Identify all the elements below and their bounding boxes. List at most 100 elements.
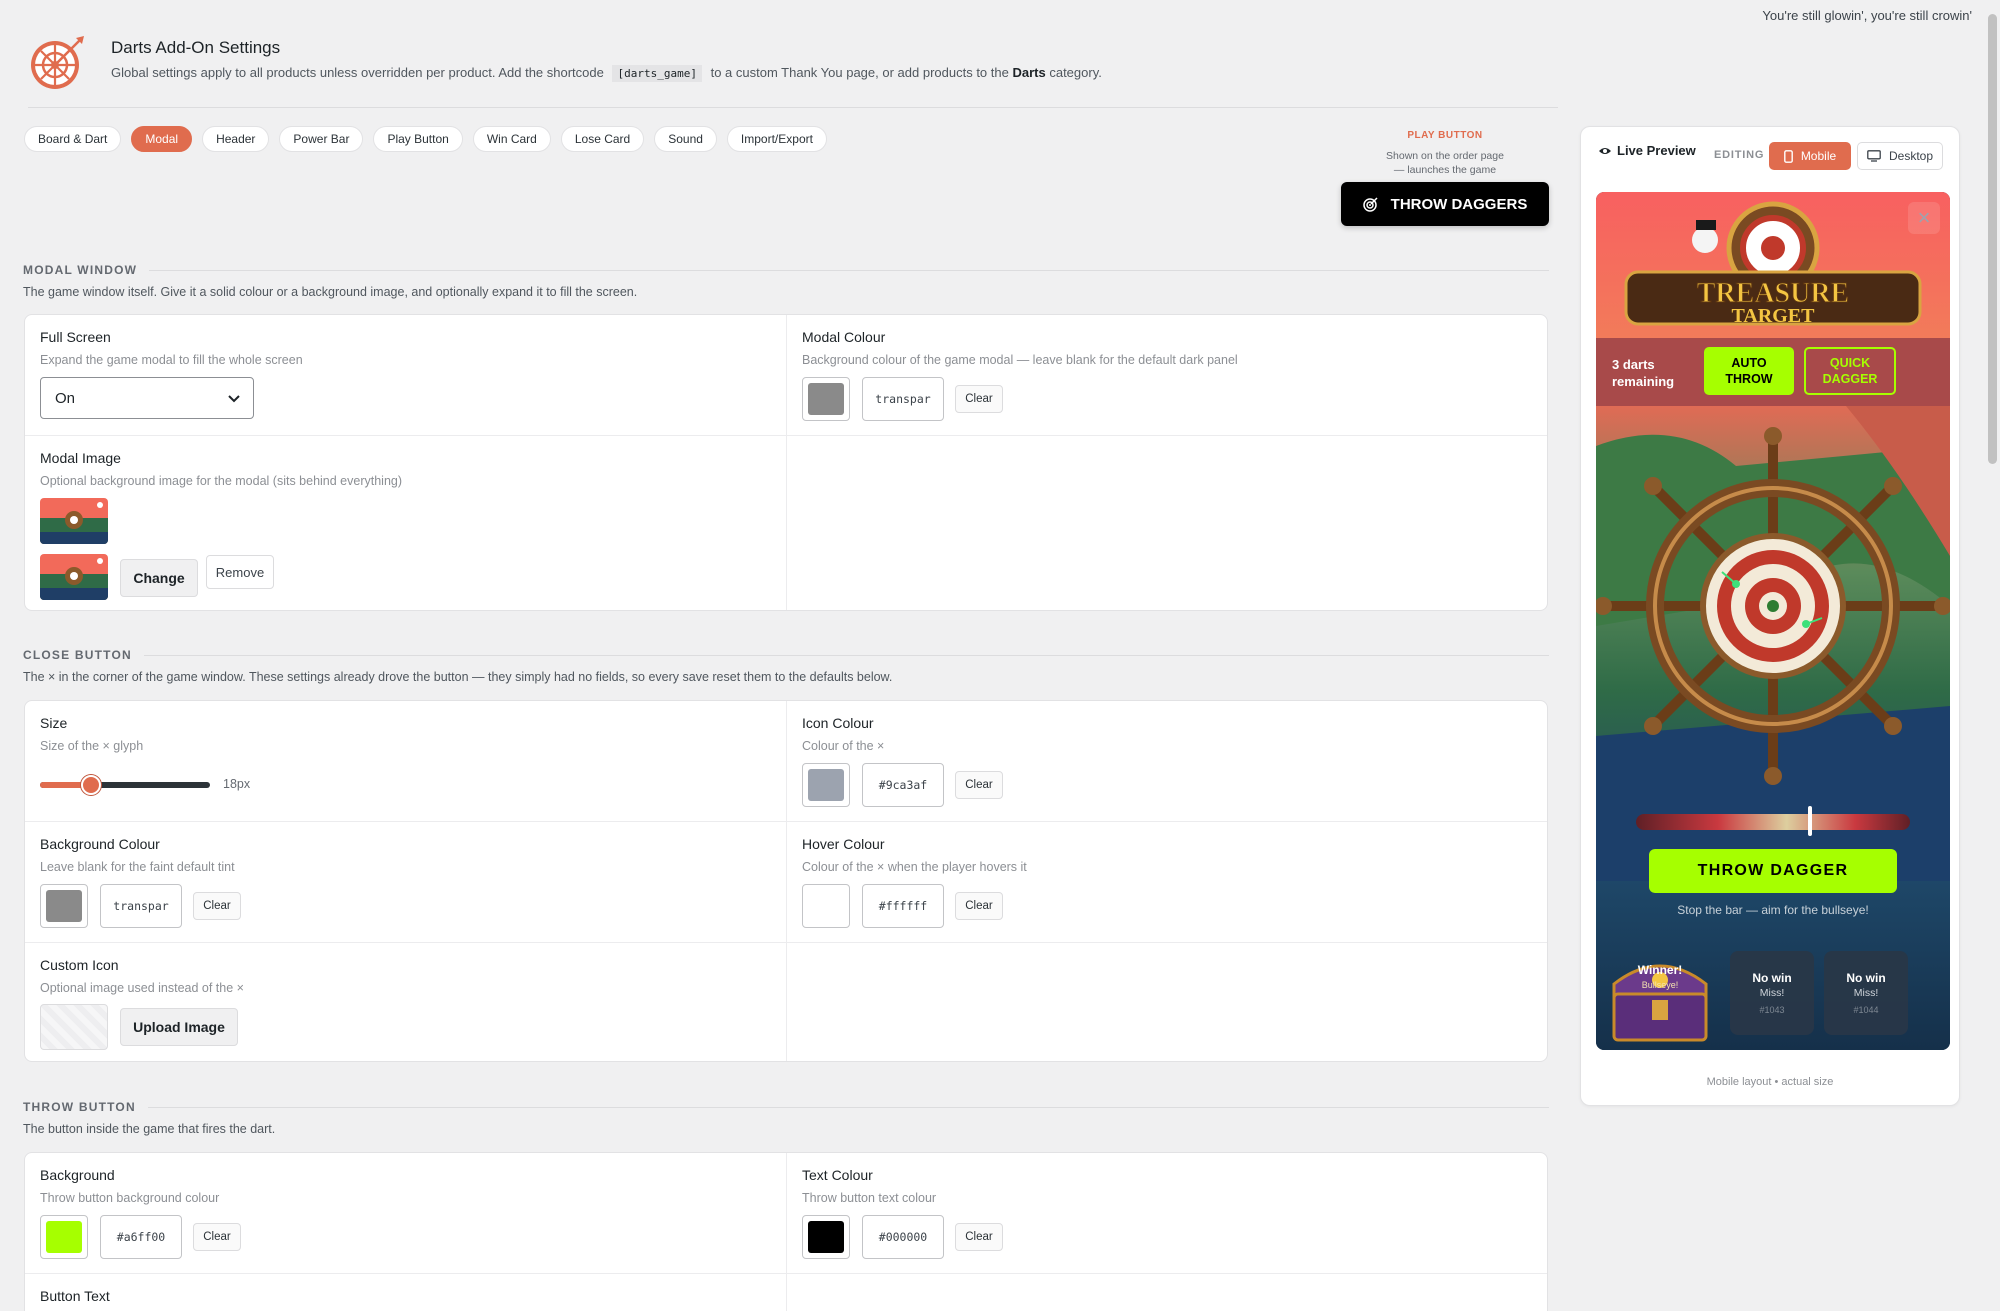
field-label: Button Text [40,1288,110,1304]
icon-colour-input[interactable]: #9ca3af [862,763,944,807]
tab-board-dart[interactable]: Board & Dart [24,126,122,152]
upload-image-button[interactable]: Upload Image [120,1008,238,1046]
throw-background-swatch[interactable] [40,1215,88,1259]
background-colour-clear-button[interactable]: Clear [193,892,241,920]
throw-background-input[interactable]: #a6ff00 [100,1215,182,1259]
column-divider [786,701,787,1061]
power-bar-marker [1808,806,1812,836]
logo-line2: TARGET [1732,305,1816,327]
field-help: Optional image used instead of the × [40,981,244,995]
eye-icon [1599,147,1611,154]
swatch-fill [808,769,844,801]
full-screen-select[interactable]: On [40,377,254,419]
field-icon-colour: Icon Colour Colour of the × [802,715,884,753]
dartboard-icon [1362,197,1378,212]
field-help: Throw button text colour [802,1191,937,1205]
field-help: Background colour of the game modal — le… [802,353,1238,367]
icon-colour-clear-button[interactable]: Clear [955,771,1003,799]
field-hover-colour: Hover Colour Colour of the × when the pl… [802,836,1027,874]
hover-colour-input[interactable]: #ffffff [862,884,944,928]
lose-card-title: No win [1846,971,1886,985]
row-divider [25,942,1547,943]
page-title: Darts Add-On Settings [111,38,281,57]
field-label: Size [40,715,68,731]
top-note: You're still glowin', you're still crowi… [1762,8,1972,23]
live-preview-panel: Live Preview EDITING Mobile Desktop TREA… [1580,126,1960,1106]
tab-lose-card[interactable]: Lose Card [560,126,645,152]
auto-throw-line1: AUTO [1731,356,1767,370]
hover-colour-clear-button[interactable]: Clear [955,892,1003,920]
section-desc-throw-button: The button inside the game that fires th… [23,1122,276,1136]
modal-colour-input[interactable]: transpar [862,377,944,421]
hover-colour-swatch[interactable] [802,884,850,928]
background-colour-input[interactable]: transpar [100,884,182,928]
desktop-toggle-button[interactable]: Desktop [1857,142,1943,170]
throw-text-colour-clear-button[interactable]: Clear [955,1223,1003,1251]
remove-image-button[interactable]: Remove [206,555,274,589]
throw-text-colour-swatch[interactable] [802,1215,850,1259]
play-button-desc-line2: — launches the game [1393,164,1497,176]
tab-sound[interactable]: Sound [654,126,717,152]
field-button-text: Button Text [40,1288,110,1304]
background-colour-swatch[interactable] [40,884,88,928]
full-screen-value: On [55,389,76,407]
section-title-modal-window: MODAL WINDOW [23,263,1549,277]
section-title-throw-button: THROW BUTTON [23,1100,1549,1114]
tab-win-card[interactable]: Win Card [472,126,551,152]
mobile-label: Mobile [1800,149,1837,163]
field-help: Colour of the × when the player hovers i… [802,860,1027,874]
winner-line2: Bullseye! [1642,980,1679,990]
swatch-fill [46,890,82,922]
section-title-close-button: CLOSE BUTTON [23,648,1549,662]
dartboard-logo-icon [31,36,84,89]
phone-icon [1783,149,1793,163]
modal-image-current [40,554,108,600]
lose-card-title: No win [1752,971,1792,985]
field-help: Colour of the × [802,739,885,753]
quick-dagger-line2: DAGGER [1822,372,1878,386]
throw-text-colour-input[interactable]: #000000 [862,1215,944,1259]
aim-hint: Stop the bar — aim for the bullseye! [1677,903,1869,917]
tab-play-button[interactable]: Play Button [373,126,463,152]
field-label: Icon Colour [802,715,874,731]
change-image-button[interactable]: Change [120,559,198,597]
monitor-icon [1867,150,1881,162]
section-title-text: MODAL WINDOW [23,263,138,277]
field-help: Leave blank for the faint default tint [40,860,235,874]
mobile-toggle-button[interactable]: Mobile [1769,142,1851,170]
subtitle-category-name: Darts [1012,65,1046,80]
page-scrollbar[interactable] [1985,0,2000,1311]
tab-header[interactable]: Header [202,126,270,152]
icon-colour-swatch[interactable] [802,763,850,807]
close-button-card: Size Size of the × glyph 18px Icon Colou… [24,700,1548,1062]
field-help: Throw button background colour [40,1191,220,1205]
power-bar [1636,814,1910,830]
throw-dagger-button[interactable]: THROW DAGGER [1649,849,1897,893]
lose-card-sub: Miss! [1853,987,1879,999]
size-value: 18px [223,777,251,791]
modal-window-card: Full Screen Expand the game modal to fil… [24,314,1548,611]
preview-footer: Mobile layout • actual size [1706,1076,1834,1088]
lose-card-id: #1043 [1759,1005,1785,1015]
throw-daggers-button[interactable]: THROW DAGGERS [1341,182,1549,226]
size-slider[interactable] [40,782,210,788]
field-help: Expand the game modal to fill the whole … [40,353,303,367]
modal-colour-clear-button[interactable]: Clear [955,385,1003,413]
tab-modal[interactable]: Modal [131,126,193,152]
slider-handle[interactable] [81,775,101,795]
modal-colour-swatch[interactable] [802,377,850,421]
row-divider [25,435,1547,436]
subtitle-text-pre: Global settings apply to all products un… [111,65,604,80]
game-close-button[interactable]: × [1908,202,1940,234]
auto-throw-button[interactable]: AUTO THROW [1704,347,1794,395]
scrollbar-thumb[interactable] [1988,14,1997,464]
winner-line1: Winner! [1638,963,1683,977]
tab-power-bar[interactable]: Power Bar [279,126,364,152]
subtitle-text-post: category. [1049,65,1102,80]
field-label: Full Screen [40,329,111,345]
section-desc-close-button: The × in the corner of the game window. … [23,670,893,684]
tab-import-export[interactable]: Import/Export [726,126,827,152]
row-divider [25,1273,1547,1274]
throw-background-clear-button[interactable]: Clear [193,1223,241,1251]
quick-dagger-button[interactable]: QUICK DAGGER [1804,347,1896,395]
